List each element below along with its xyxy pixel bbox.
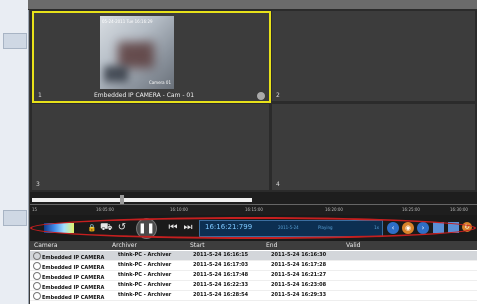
cell-camera-text: Embedded IP CAMERA	[42, 295, 105, 301]
camera-icon	[33, 252, 41, 260]
tile-number: 3	[36, 181, 40, 188]
video-grid: 05-24-2011 Tue 16:16:29 Camera 01 1 Embe…	[30, 9, 477, 192]
video-blob	[104, 66, 128, 82]
cell-archiver: think-PC - Archiver	[118, 252, 172, 258]
cell-camera: Embedded IP CAMERA	[33, 282, 104, 291]
video-overlay-label: Camera 01	[148, 80, 171, 85]
cell-end: 2011-5-24 16:16:30	[271, 252, 327, 258]
camera-label: Embedded IP CAMERA - Cam - 01	[94, 92, 195, 99]
cell-camera: Embedded IP CAMERA	[33, 292, 104, 301]
table-header: Camera Archiver Start End Valid	[30, 241, 477, 250]
video-timestamp: 05-24-2011 Tue 16:16:29	[102, 19, 153, 24]
cell-camera: Embedded IP CAMERA	[33, 252, 104, 261]
video-tile-4[interactable]: 4	[272, 104, 475, 190]
video-tile-2[interactable]: 2	[272, 11, 475, 101]
table-row[interactable]: Embedded IP CAMERA think-PC - Archiver 2…	[30, 251, 477, 261]
cell-end: 2011-5-24 16:21:27	[271, 272, 327, 278]
cell-start: 2011-5-24 16:28:54	[193, 292, 249, 298]
timeline-cursor[interactable]	[120, 195, 124, 204]
playback-controls: 🔒 ⛟ ↺ ❚❚ ⏮ ⏭ 16:16:21:799 2011-5-24 Play…	[30, 215, 477, 241]
cell-camera: Embedded IP CAMERA	[33, 272, 104, 281]
cell-archiver: think-PC - Archiver	[118, 272, 172, 278]
table-row[interactable]: Embedded IP CAMERA think-PC - Archiver 2…	[30, 291, 477, 301]
cell-camera: Embedded IP CAMERA	[33, 262, 104, 271]
timeline-tick: 16:25:00	[402, 207, 420, 212]
column-header-end[interactable]: End	[266, 242, 277, 249]
cell-start: 2011-5-24 16:17:48	[193, 272, 249, 278]
cell-start: 2011-5-24 16:22:33	[193, 282, 249, 288]
cell-end: 2011-5-24 16:17:28	[271, 262, 327, 268]
video-tile-1[interactable]: 05-24-2011 Tue 16:16:29 Camera 01 1 Embe…	[32, 11, 271, 103]
table-row[interactable]: Embedded IP CAMERA think-PC - Archiver 2…	[30, 281, 477, 291]
tile-number: 1	[38, 92, 42, 99]
recordings-table: Camera Archiver Start End Valid Embedded…	[30, 241, 477, 304]
cell-archiver: think-PC - Archiver	[118, 282, 172, 288]
timeline-tick: 16:15:00	[245, 207, 263, 212]
cell-end: 2011-5-24 16:29:33	[271, 292, 327, 298]
panel-tab-top[interactable]	[3, 33, 27, 49]
camera-icon	[33, 282, 41, 290]
cell-archiver: think-PC - Archiver	[118, 262, 172, 268]
cell-start: 2011-5-24 16:16:15	[193, 252, 249, 258]
column-header-start[interactable]: Start	[190, 242, 205, 249]
timeline[interactable]: 15 16:05:00 16:10:00 16:15:00 16:20:00 1…	[30, 192, 477, 215]
timeline-tick: 16:30:00	[450, 207, 468, 212]
timeline-ruler	[30, 204, 477, 205]
timeline-range-bar[interactable]	[32, 198, 252, 202]
tile-number: 2	[276, 92, 280, 99]
column-header-archiver[interactable]: Archiver	[112, 242, 137, 249]
cell-archiver: think-PC - Archiver	[118, 292, 172, 298]
left-panel-strip	[0, 0, 29, 304]
camera-status-icon[interactable]	[257, 92, 265, 100]
app-window: 05-24-2011 Tue 16:16:29 Camera 01 1 Embe…	[0, 0, 477, 304]
timeline-tick: 16:05:00	[96, 207, 114, 212]
tile-number: 4	[276, 181, 280, 188]
video-blob	[118, 42, 154, 68]
camera-icon	[33, 262, 41, 270]
cell-end: 2011-5-24 16:23:08	[271, 282, 327, 288]
table-row[interactable]: Embedded IP CAMERA think-PC - Archiver 2…	[30, 261, 477, 271]
camera-video-frame: 05-24-2011 Tue 16:16:29 Camera 01	[100, 16, 174, 89]
column-header-valid[interactable]: Valid	[346, 242, 360, 249]
camera-icon	[33, 272, 41, 280]
camera-icon	[33, 292, 41, 300]
panel-tab-bottom[interactable]	[3, 210, 27, 226]
video-tile-3[interactable]: 3	[32, 104, 269, 190]
timeline-tick: 16:10:00	[170, 207, 188, 212]
highlight-ellipse	[30, 217, 476, 239]
column-header-camera[interactable]: Camera	[34, 242, 58, 249]
timeline-tick: 16:20:00	[325, 207, 343, 212]
timeline-tick: 15	[32, 207, 38, 212]
table-row[interactable]: Embedded IP CAMERA think-PC - Archiver 2…	[30, 271, 477, 281]
cell-start: 2011-5-24 16:17:03	[193, 262, 249, 268]
